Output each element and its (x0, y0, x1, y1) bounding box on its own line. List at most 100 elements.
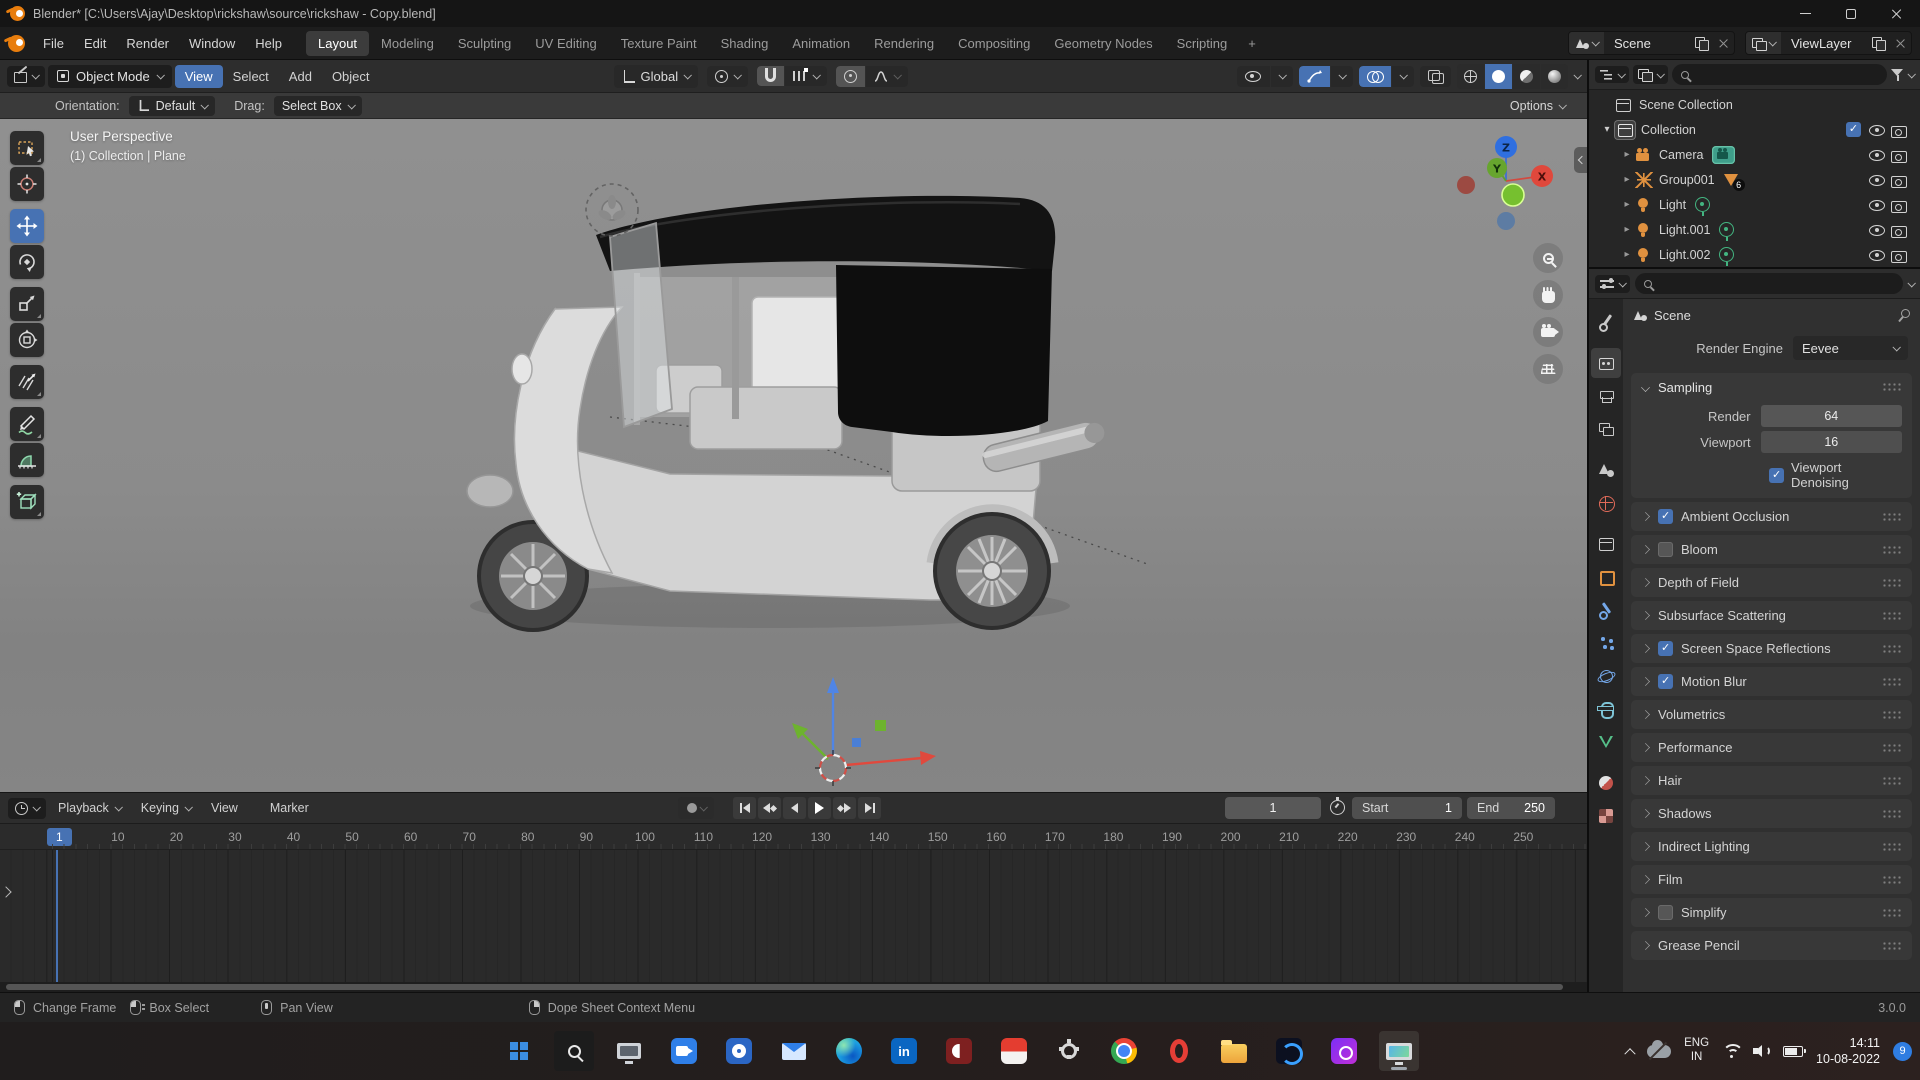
blender-menu-icon[interactable] (8, 34, 25, 52)
timeline-menu-item[interactable]: View (201, 797, 260, 819)
outliner-row[interactable]: Scene Collection (1589, 92, 1920, 117)
expand-arrow-icon[interactable] (1619, 249, 1635, 260)
rotate-tool[interactable] (10, 245, 44, 279)
auto-key-button[interactable] (678, 797, 714, 819)
outliner-row[interactable]: Light.001 (1589, 217, 1920, 242)
filter-dropdown[interactable] (1907, 69, 1916, 79)
3d-viewport[interactable]: User Perspective (1) Collection | Plane (0, 119, 1587, 792)
timeline-expand-icon[interactable] (0, 886, 12, 898)
new-viewlayer-button[interactable] (1867, 32, 1890, 54)
onedrive-icon[interactable] (1647, 1039, 1672, 1058)
overlays-dropdown[interactable] (1392, 65, 1414, 87)
timeline-editor-type[interactable] (8, 797, 46, 819)
properties-options-dropdown[interactable] (1907, 278, 1916, 288)
workspace-tab[interactable]: Compositing (946, 31, 1042, 56)
panel-checkbox[interactable] (1658, 509, 1673, 524)
taskbar-app-icon[interactable] (1049, 1031, 1089, 1071)
cursor-tool[interactable] (10, 167, 44, 201)
workspace-tab[interactable]: Rendering (862, 31, 946, 56)
properties-tab[interactable] (1591, 801, 1621, 831)
workspace-tab[interactable]: UV Editing (523, 31, 608, 56)
viewport-samples-field[interactable]: 16 (1760, 431, 1902, 453)
render-visibility-icon[interactable] (1890, 197, 1912, 213)
transform-orientation-dropdown[interactable]: Global (613, 64, 699, 88)
properties-tab[interactable] (1591, 529, 1621, 559)
clock[interactable]: 14:11 10-08-2022 (1816, 1035, 1880, 1068)
shading-material-button[interactable] (1513, 63, 1540, 89)
properties-tab[interactable] (1591, 348, 1621, 378)
taskbar-app-icon[interactable] (939, 1031, 979, 1071)
delete-scene-button[interactable] (1713, 32, 1734, 54)
shading-solid-button[interactable] (1485, 63, 1512, 89)
properties-tab[interactable] (1591, 628, 1621, 658)
panel-grip-icon[interactable] (1882, 382, 1902, 392)
gizmos-dropdown[interactable] (1331, 65, 1353, 87)
maximize-button[interactable] (1828, 0, 1874, 27)
panel-grip-icon[interactable] (1882, 544, 1902, 555)
menu-item[interactable]: Window (179, 32, 245, 55)
panel-checkbox[interactable] (1658, 542, 1673, 557)
panel-checkbox[interactable] (1658, 641, 1673, 656)
outliner-row[interactable]: Camera (1589, 142, 1920, 167)
menu-item[interactable]: Help (245, 32, 292, 55)
menu-item[interactable]: Render (116, 32, 179, 55)
play-reverse-button[interactable] (783, 797, 806, 819)
ortho-toggle-button[interactable] (1533, 354, 1563, 384)
jump-to-end-button[interactable] (858, 797, 881, 819)
outliner-row[interactable]: Light.002 (1589, 242, 1920, 267)
axis-neg-y-ball[interactable] (1501, 183, 1525, 207)
pin-icon[interactable] (1898, 309, 1910, 321)
panel-grip-icon[interactable] (1882, 874, 1902, 885)
language-indicator[interactable]: ENG IN (1684, 1037, 1709, 1065)
timeline-scrollbar[interactable] (0, 982, 1587, 992)
outliner-row[interactable]: Collection (1589, 117, 1920, 142)
hide-eye-icon[interactable] (1868, 122, 1890, 138)
proportional-edit-toggle[interactable] (836, 65, 866, 87)
collapsed-panel[interactable]: Grease Pencil (1631, 931, 1912, 960)
render-samples-field[interactable]: 64 (1760, 405, 1902, 427)
collapsed-panel[interactable]: Bloom (1631, 535, 1912, 564)
expand-arrow-icon[interactable] (1619, 149, 1635, 160)
expand-arrow-icon[interactable] (1619, 174, 1635, 185)
workspace-tab[interactable]: Animation (780, 31, 862, 56)
panel-grip-icon[interactable] (1882, 940, 1902, 951)
tray-expand-icon[interactable] (1624, 1048, 1636, 1060)
pivot-point-dropdown[interactable] (707, 65, 749, 87)
wifi-icon[interactable] (1722, 1044, 1740, 1059)
render-engine-dropdown[interactable]: Eevee (1793, 336, 1908, 360)
outliner-item-label[interactable]: Light.001 (1659, 223, 1710, 237)
snap-target-dropdown[interactable] (785, 66, 828, 86)
prev-keyframe-button[interactable] (758, 797, 781, 819)
workspace-tab[interactable]: Texture Paint (609, 31, 709, 56)
annotate-draw-tool[interactable] (10, 407, 44, 441)
collection-checkbox[interactable] (1846, 122, 1868, 137)
workspace-tab[interactable]: Shading (709, 31, 781, 56)
show-object-types-dropdown[interactable] (1271, 65, 1293, 87)
rickshaw-model[interactable] (460, 159, 1170, 659)
transform-tool[interactable] (10, 323, 44, 357)
expand-arrow-icon[interactable] (1599, 124, 1615, 135)
render-visibility-icon[interactable] (1890, 147, 1912, 163)
timeline-menu-item[interactable]: Marker (260, 797, 331, 819)
collapsed-panel[interactable]: Motion Blur (1631, 667, 1912, 696)
scene-selector[interactable]: Scene (1568, 31, 1735, 55)
timeline-menu-item[interactable]: Keying (131, 797, 201, 819)
viewlayer-selector[interactable]: ViewLayer (1745, 31, 1912, 55)
taskbar-app-icon[interactable] (774, 1031, 814, 1071)
properties-tab[interactable] (1591, 595, 1621, 625)
xray-toggle[interactable] (1420, 65, 1451, 87)
properties-tab[interactable] (1591, 768, 1621, 798)
notification-badge[interactable]: 9 (1893, 1041, 1912, 1061)
transform-gizmo[interactable] (740, 639, 960, 789)
render-visibility-icon[interactable] (1890, 222, 1912, 238)
outliner-item-label[interactable]: Group001 (1659, 173, 1715, 187)
viewlayer-name[interactable]: ViewLayer (1781, 36, 1867, 51)
hide-eye-icon[interactable] (1868, 247, 1890, 263)
menu-item[interactable]: Edit (74, 32, 116, 55)
hide-eye-icon[interactable] (1868, 197, 1890, 213)
properties-search-input[interactable] (1635, 273, 1903, 294)
hide-eye-icon[interactable] (1868, 147, 1890, 163)
annotate-lines-tool[interactable] (10, 365, 44, 399)
outliner-item-label[interactable]: Camera (1659, 148, 1703, 162)
render-visibility-icon[interactable] (1890, 122, 1912, 138)
